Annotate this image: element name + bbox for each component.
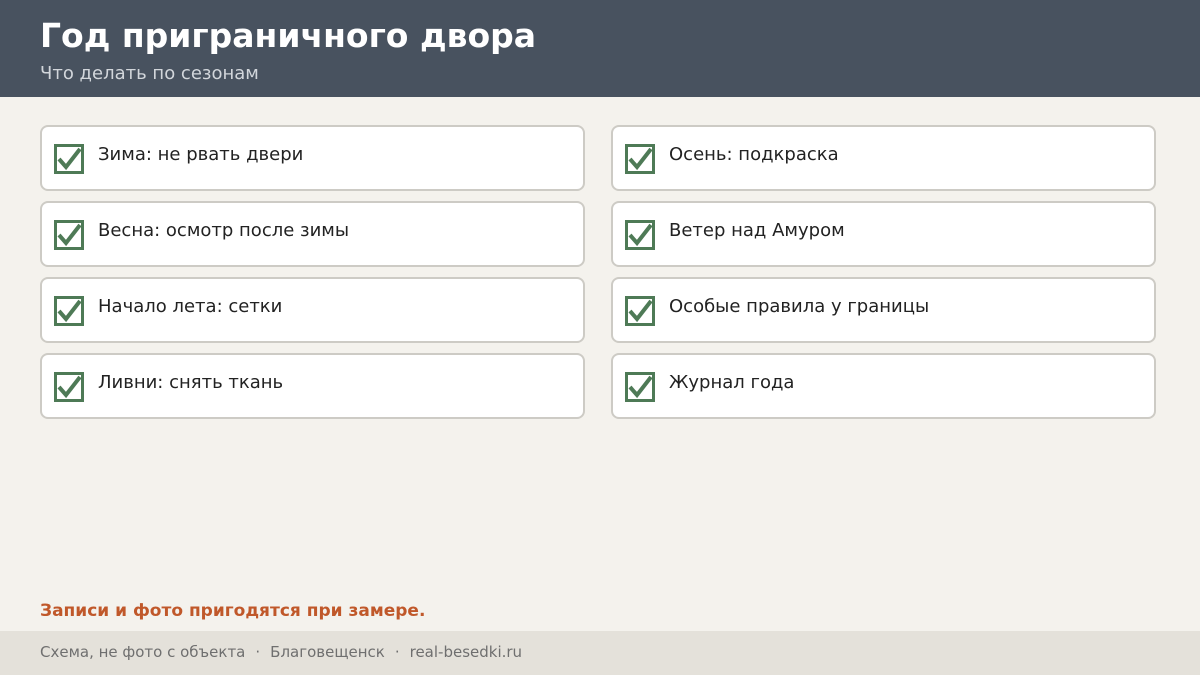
- checkbox-checked-icon[interactable]: [54, 144, 84, 174]
- page-title: Год приграничного двора: [40, 16, 537, 55]
- checklist-item-label: Весна: осмотр после зимы: [98, 220, 350, 241]
- header: Год приграничного двора Что делать по се…: [0, 0, 1200, 97]
- checklist-item-early-summer[interactable]: Начало лета: сетки: [40, 277, 585, 343]
- checklist-item-label: Особые правила у границы: [669, 296, 930, 317]
- footer-separator: ·: [394, 643, 400, 661]
- checkbox-checked-icon[interactable]: [54, 296, 84, 326]
- footer-text: Схема, не фото с объекта · Благовещенск · re…: [40, 641, 522, 663]
- checklist-item-rains[interactable]: Ливни: снять ткань: [40, 353, 585, 419]
- checkbox-checked-icon[interactable]: [625, 220, 655, 250]
- footer-city: Благовещенск: [270, 643, 385, 661]
- checklist-item-border-rules[interactable]: Особые правила у границы: [611, 277, 1156, 343]
- checklist-item-label: Ветер над Амуром: [669, 220, 845, 241]
- checklist-item-year-log[interactable]: Журнал года: [611, 353, 1156, 419]
- footer: Схема, не фото с объекта · Благовещенск · re…: [0, 631, 1200, 675]
- checklist-item-label: Ливни: снять ткань: [98, 372, 284, 393]
- checklist-grid: Зима: не рвать двери Осень: подкраска Ве…: [40, 125, 1156, 419]
- checklist-item-label: Журнал года: [669, 372, 795, 393]
- checklist-item-winter[interactable]: Зима: не рвать двери: [40, 125, 585, 191]
- checkbox-checked-icon[interactable]: [625, 372, 655, 402]
- checklist-item-wind[interactable]: Ветер над Амуром: [611, 201, 1156, 267]
- checklist-item-autumn[interactable]: Осень: подкраска: [611, 125, 1156, 191]
- footer-site-link[interactable]: real-besedki.ru: [410, 643, 522, 661]
- footer-disclaimer: Схема, не фото с объекта: [40, 643, 246, 661]
- checklist-item-label: Осень: подкраска: [669, 144, 839, 165]
- checklist-item-label: Зима: не рвать двери: [98, 144, 304, 165]
- checkbox-checked-icon[interactable]: [54, 372, 84, 402]
- checkbox-checked-icon[interactable]: [625, 296, 655, 326]
- checklist-item-label: Начало лета: сетки: [98, 296, 283, 317]
- checklist-item-spring[interactable]: Весна: осмотр после зимы: [40, 201, 585, 267]
- checkbox-checked-icon[interactable]: [625, 144, 655, 174]
- note-text: Записи и фото пригодятся при замере.: [40, 601, 426, 621]
- checkbox-checked-icon[interactable]: [54, 220, 84, 250]
- footer-separator: ·: [255, 643, 261, 661]
- page-subtitle: Что делать по сезонам: [40, 63, 259, 84]
